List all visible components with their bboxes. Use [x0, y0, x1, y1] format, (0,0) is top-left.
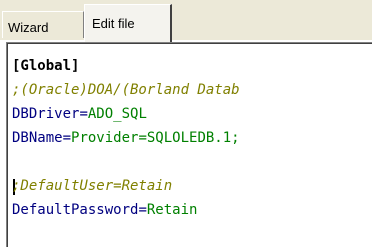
key-dbdriver: DBDriver — [12, 106, 80, 122]
tab-edit-file[interactable]: Edit file — [84, 4, 172, 42]
editor-line-dbname: DBName=Provider=SQLOLEDB.1; — [12, 128, 240, 148]
editor-line-section-global: [Global] — [12, 58, 80, 74]
key-defaultpassword: DefaultPassword — [12, 202, 139, 218]
tab-wizard[interactable]: Wizard — [2, 11, 84, 38]
value-defaultpassword: Retain — [146, 202, 198, 218]
ini-editor[interactable]: [Global] ;(Oracle)DOA/(Borland Datab DBD… — [6, 42, 372, 247]
editor-line-dbdriver: DBDriver=ADO_SQL — [12, 104, 147, 124]
editor-line-comment-oracle: ;(Oracle)DOA/(Borland Datab — [12, 82, 240, 98]
editor-line-comment-defaultuser: ;DefaultUser=Retain — [12, 178, 173, 194]
editor-line-defaultpassword: DefaultPassword=Retain — [12, 200, 197, 220]
value-dbname: Provider=SQLOLEDB.1; — [71, 130, 240, 146]
separator: = — [138, 202, 147, 218]
separator: = — [62, 130, 72, 146]
key-dbname: DBName — [12, 130, 63, 146]
value-dbdriver: ADO_SQL — [87, 106, 147, 122]
separator: = — [79, 106, 88, 122]
